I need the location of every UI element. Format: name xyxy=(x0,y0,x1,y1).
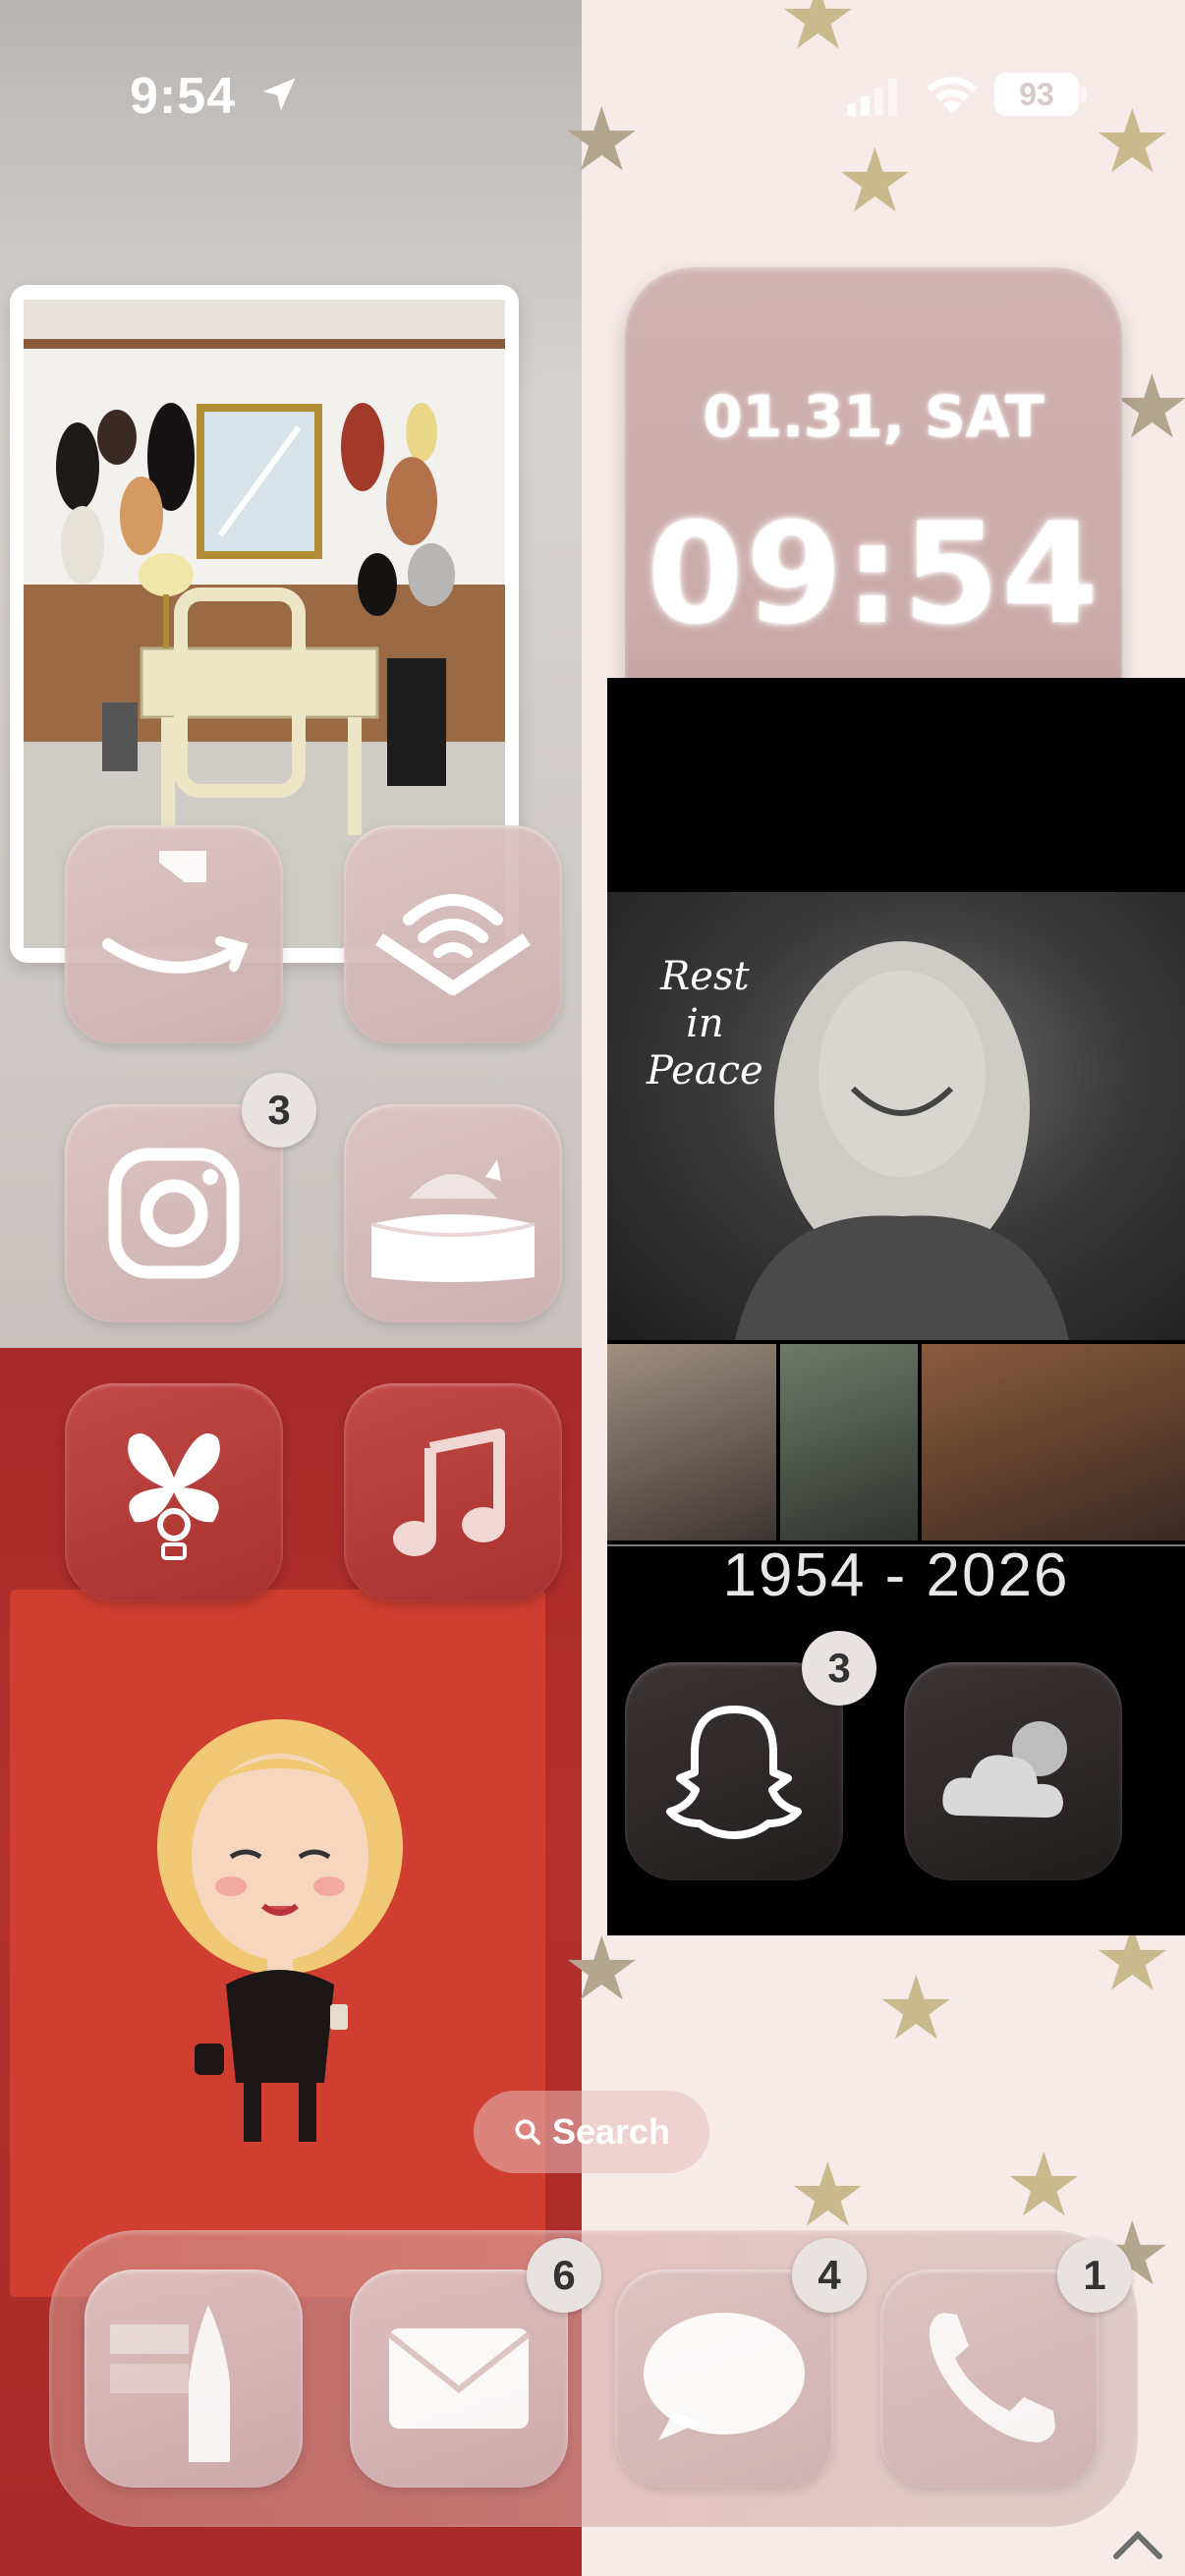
caption-line: in xyxy=(686,1001,724,1046)
star-decoration: ★ xyxy=(562,88,642,192)
phone-app[interactable] xyxy=(880,2269,1099,2488)
chevron-up-icon xyxy=(1113,2530,1162,2559)
search-label: Search xyxy=(551,2111,671,2152)
clock-date: 01.31, SAT xyxy=(703,383,1044,450)
location-arrow-icon xyxy=(262,78,296,111)
mail-badge: 6 xyxy=(527,2238,601,2313)
memorial-caption: Rest in Peace xyxy=(647,953,763,1094)
wifi-icon xyxy=(927,77,978,114)
battery-tip xyxy=(1081,86,1087,102)
battery-indicator: 93 xyxy=(994,73,1079,116)
tipsy-app[interactable] xyxy=(65,1383,283,1601)
amazon-app[interactable] xyxy=(65,825,283,1043)
star-decoration: ★ xyxy=(562,1918,642,2021)
status-time: 9:54 xyxy=(130,68,237,125)
star-decoration: ★ xyxy=(876,1957,956,2060)
mail-app[interactable] xyxy=(350,2269,568,2488)
phone-badge: 1 xyxy=(1057,2238,1132,2313)
audible-app[interactable] xyxy=(344,825,562,1043)
audible-icon xyxy=(375,894,531,995)
filmstrip xyxy=(607,1344,1185,1540)
character-illustration[interactable] xyxy=(138,1709,423,2161)
star-decoration: ★ xyxy=(1093,90,1172,194)
reading-bowl-icon xyxy=(370,1159,536,1282)
messages-badge: 4 xyxy=(792,2238,867,2313)
music-app[interactable] xyxy=(344,1383,562,1601)
search-button[interactable]: Search xyxy=(474,2091,709,2173)
star-decoration: ★ xyxy=(778,0,858,70)
snapchat-badge: 3 xyxy=(802,1631,876,1706)
memorial-years: 1954 - 2026 xyxy=(722,1541,1070,1609)
film-frame xyxy=(607,1344,777,1540)
star-decoration: ★ xyxy=(788,2144,868,2247)
messages-app[interactable] xyxy=(615,2269,833,2488)
weather-app[interactable] xyxy=(904,1662,1122,1880)
notes-pen-icon xyxy=(110,2305,230,2462)
speech-bubble-icon xyxy=(644,2313,805,2440)
cloud-icon xyxy=(942,1721,1067,1818)
instagram-badge: 3 xyxy=(242,1073,316,1148)
instagram-camera-icon xyxy=(108,1148,240,1279)
signal-icon xyxy=(847,79,897,116)
notes-app[interactable] xyxy=(85,2269,303,2488)
caption-line: Rest xyxy=(660,954,750,999)
search-icon xyxy=(515,2119,541,2146)
film-frame xyxy=(780,1344,919,1540)
film-frame xyxy=(922,1344,1185,1540)
caption-line: Peace xyxy=(647,1048,763,1093)
music-note-icon xyxy=(393,1428,505,1556)
mail-envelope-icon xyxy=(387,2328,531,2429)
phone-handset-icon xyxy=(929,2313,1055,2442)
star-decoration: ★ xyxy=(1004,2134,1084,2237)
butterfly-icon xyxy=(128,1433,220,1560)
reading-app[interactable] xyxy=(344,1104,562,1322)
snapchat-app[interactable] xyxy=(625,1662,843,1880)
star-decoration: ★ xyxy=(1112,356,1185,459)
instagram-app[interactable] xyxy=(65,1104,283,1322)
snapchat-ghost-icon xyxy=(666,1706,802,1839)
star-decoration: ★ xyxy=(835,130,915,233)
clock-time: 09:54 xyxy=(646,493,1100,655)
amazon-smile-icon xyxy=(102,851,249,974)
